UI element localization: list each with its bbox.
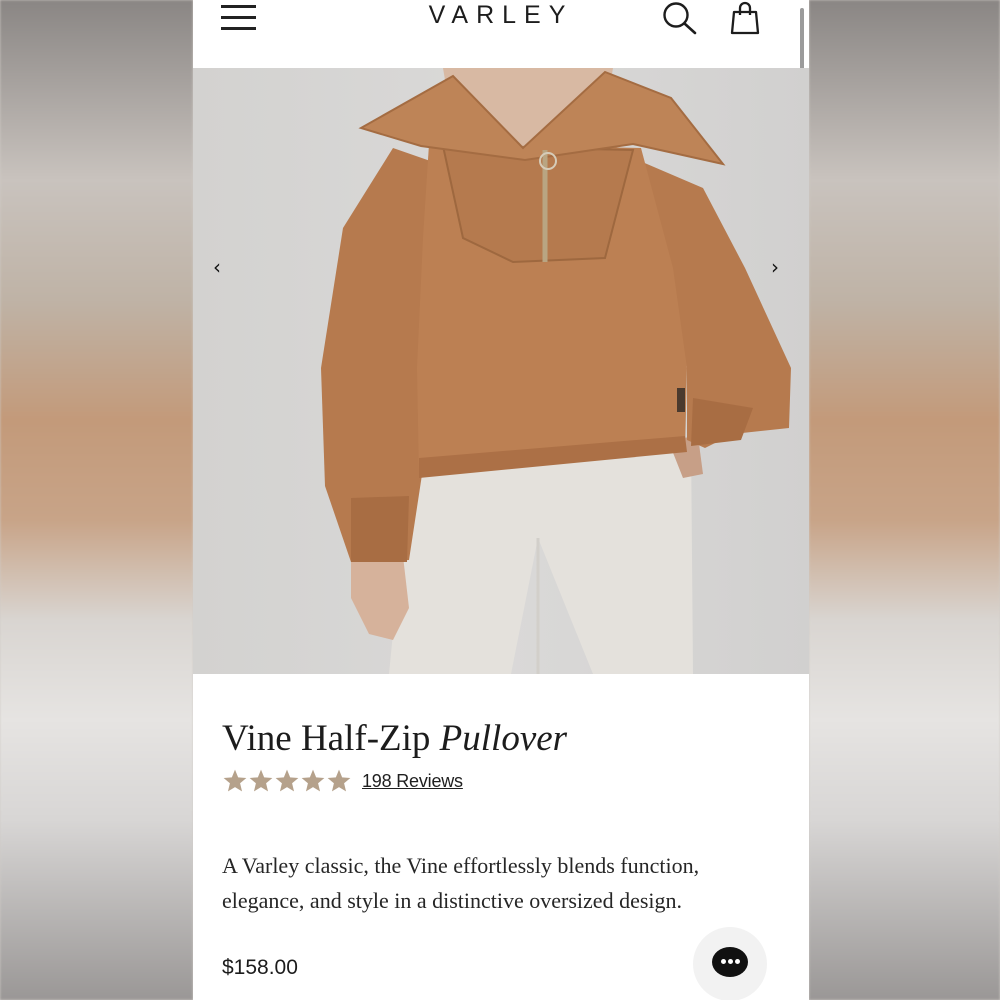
product-image-carousel[interactable]: ‹ › bbox=[193, 68, 809, 674]
brand-logo[interactable]: VARLEY bbox=[193, 0, 809, 30]
carousel-next-arrow[interactable]: › bbox=[765, 254, 785, 280]
star-rating bbox=[222, 768, 352, 794]
background-blur-right bbox=[809, 0, 1000, 1000]
product-image bbox=[321, 68, 791, 674]
reviews-link[interactable]: 198 Reviews bbox=[362, 771, 463, 792]
star-icon bbox=[327, 769, 351, 792]
product-title: Vine Half-Zip Pullover bbox=[222, 715, 567, 763]
star-icon bbox=[223, 769, 247, 792]
carousel-prev-arrow[interactable]: ‹ bbox=[207, 254, 227, 280]
shopping-bag-icon[interactable] bbox=[729, 0, 761, 36]
product-description: A Varley classic, the Vine effortlessly … bbox=[222, 853, 700, 913]
product-page: VARLEY ‹ › Vine Half-Zip Pullover 198 Re… bbox=[193, 0, 809, 1000]
product-title-regular: Vine Half-Zip bbox=[222, 718, 431, 759]
site-header: VARLEY bbox=[193, 0, 809, 68]
star-icon bbox=[301, 769, 325, 792]
chat-bubble-icon bbox=[712, 947, 748, 977]
product-title-italic: Pullover bbox=[439, 718, 568, 759]
background-blur-left bbox=[0, 0, 193, 1000]
product-price: $158.00 bbox=[222, 956, 298, 979]
star-icon bbox=[275, 769, 299, 792]
search-icon[interactable] bbox=[661, 0, 699, 36]
product-rating: 198 Reviews bbox=[222, 766, 463, 796]
star-icon bbox=[249, 769, 273, 792]
chat-button[interactable] bbox=[693, 927, 767, 1000]
